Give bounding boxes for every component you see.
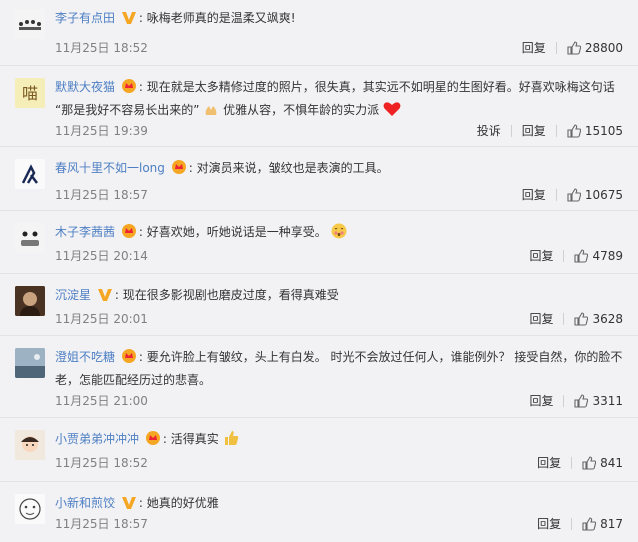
- reply-button[interactable]: 回复: [529, 246, 553, 266]
- heart-icon: [383, 101, 401, 123]
- comment-text: 现在很多影视剧也磨皮过度，看得真难受: [122, 288, 339, 302]
- timestamp: 11月25日 20:14: [55, 249, 148, 263]
- like-count: 3311: [592, 394, 623, 408]
- report-button[interactable]: 投诉: [477, 121, 501, 141]
- svg-text:喵: 喵: [22, 84, 38, 103]
- crown-icon: [171, 159, 187, 181]
- reply-button[interactable]: 回复: [537, 514, 561, 534]
- avatar[interactable]: [15, 159, 45, 189]
- crown-icon: [121, 78, 137, 100]
- thumbs-up-icon: [567, 124, 581, 138]
- comment-text: 要允许脸上有皱纹，头上有白发。 时光不会放过任何人，谁能例外？ 接受自然，你的脸…: [146, 350, 623, 364]
- avatar[interactable]: [15, 494, 45, 524]
- pray-emoji-icon: [203, 101, 219, 123]
- verified-v-icon: [97, 288, 113, 308]
- comment-item: 沉淀星 : 现在很多影视剧也磨皮过度，看得真难受 11月25日 20:01 回复…: [0, 274, 638, 336]
- comment-text-cont: 老，怎能匹配经历过的悲喜。: [55, 373, 212, 387]
- reply-button[interactable]: 回复: [529, 391, 553, 411]
- avatar[interactable]: [15, 348, 45, 378]
- verified-v-icon: [121, 11, 137, 31]
- blush-emoji-icon: [331, 223, 347, 245]
- divider: [563, 250, 565, 262]
- timestamp: 11月25日 19:39: [55, 124, 148, 138]
- comment-item: 春风十里不如一long : 对演员来说，皱纹也是表演的工具。 11月25日 18…: [0, 147, 638, 211]
- divider: [510, 125, 512, 137]
- like-button[interactable]: 3628: [574, 309, 623, 329]
- like-button[interactable]: 3311: [574, 391, 623, 411]
- verified-v-icon: [121, 496, 137, 516]
- divider: [555, 42, 557, 54]
- username[interactable]: 小新和煎饺: [55, 496, 115, 510]
- avatar[interactable]: [15, 223, 45, 253]
- avatar[interactable]: [15, 9, 45, 39]
- like-button[interactable]: 10675: [567, 185, 623, 205]
- like-count: 10675: [584, 188, 623, 202]
- thumbs-up-icon: [574, 249, 589, 263]
- like-count: 3628: [592, 312, 623, 326]
- comment-item: 澄姐不吃糖 : 要允许脸上有皱纹，头上有白发。 时光不会放过任何人，谁能例外？ …: [0, 336, 638, 418]
- divider: [571, 457, 573, 469]
- thumbs-up-icon: [567, 41, 581, 55]
- comment-item: 小新和煎饺 : 她真的好优雅 11月25日 18:57 回复 817: [0, 482, 638, 542]
- comment-quote: “那是我好不容易长出来的”: [55, 103, 200, 117]
- divider: [555, 125, 557, 137]
- comment-text: 现在就是太多精修过度的照片，很失真，其实远不如明星的生图好看。好喜欢咏梅这句话: [146, 80, 615, 94]
- comment-text: 她真的好优雅: [146, 496, 219, 510]
- thumbs-up-icon: [582, 456, 597, 470]
- avatar[interactable]: 喵: [15, 78, 45, 108]
- username[interactable]: 默默大夜猫: [55, 80, 115, 94]
- comment-item: 喵 默默大夜猫 : 现在就是太多精修过度的照片，很失真，其实远不如明星的生图好看…: [0, 66, 638, 147]
- crown-icon: [121, 348, 137, 370]
- comment-text: 活得真实: [170, 432, 219, 446]
- like-count: 4789: [592, 249, 623, 263]
- timestamp: 11月25日 18:52: [55, 41, 148, 55]
- comment-text: 好喜欢她，听她说话是一种享受。: [146, 225, 327, 239]
- comment-text: 对演员来说，皱纹也是表演的工具。: [196, 161, 389, 175]
- timestamp: 11月25日 18:57: [55, 517, 148, 531]
- comment-text-cont: 优雅从容，不惧年龄的实力派: [223, 103, 380, 117]
- username[interactable]: 李子有点田: [55, 11, 115, 25]
- timestamp: 11月25日 21:00: [55, 394, 148, 408]
- username[interactable]: 小贾弟弟冲冲冲: [55, 432, 139, 446]
- like-count: 817: [600, 517, 623, 531]
- divider: [571, 518, 573, 530]
- thumbs-up-icon: [567, 188, 581, 202]
- like-count: 15105: [584, 124, 623, 138]
- username[interactable]: 木子李茜茜: [55, 225, 115, 239]
- comment-list: 李子有点田 : 咏梅老师真的是温柔又飒爽! 11月25日 18:52 回复 28…: [0, 0, 638, 542]
- like-count: 28800: [584, 41, 623, 55]
- thumbs-up-emoji-icon: [223, 430, 239, 452]
- comment-item: 木子李茜茜 : 好喜欢她，听她说话是一种享受。 11月25日 20:14 回复 …: [0, 211, 638, 274]
- crown-icon: [121, 223, 137, 245]
- thumbs-up-icon: [574, 312, 589, 326]
- reply-button[interactable]: 回复: [522, 38, 546, 58]
- divider: [563, 313, 565, 325]
- divider: [563, 395, 565, 407]
- reply-button[interactable]: 回复: [537, 453, 561, 473]
- timestamp: 11月25日 18:57: [55, 188, 148, 202]
- avatar[interactable]: [15, 430, 45, 460]
- timestamp: 11月25日 18:52: [55, 456, 148, 470]
- username[interactable]: 沉淀星: [55, 288, 91, 302]
- thumbs-up-icon: [574, 394, 589, 408]
- divider: [555, 189, 557, 201]
- avatar[interactable]: [15, 286, 45, 316]
- username[interactable]: 澄姐不吃糖: [55, 350, 115, 364]
- like-button[interactable]: 841: [582, 453, 623, 473]
- timestamp: 11月25日 20:01: [55, 312, 148, 326]
- reply-button[interactable]: 回复: [529, 309, 553, 329]
- comment-item: 小贾弟弟冲冲冲 : 活得真实 11月25日 18:52 回复 841: [0, 418, 638, 482]
- like-button[interactable]: 15105: [567, 121, 623, 141]
- crown-icon: [145, 430, 161, 452]
- reply-button[interactable]: 回复: [522, 121, 546, 141]
- reply-button[interactable]: 回复: [522, 185, 546, 205]
- comment-text: 咏梅老师真的是温柔又飒爽!: [146, 11, 296, 25]
- like-button[interactable]: 28800: [567, 38, 623, 58]
- like-count: 841: [600, 456, 623, 470]
- username[interactable]: 春风十里不如一long: [55, 161, 165, 175]
- like-button[interactable]: 4789: [574, 246, 623, 266]
- like-button[interactable]: 817: [582, 514, 623, 534]
- comment-item: 李子有点田 : 咏梅老师真的是温柔又飒爽! 11月25日 18:52 回复 28…: [0, 0, 638, 66]
- thumbs-up-icon: [582, 517, 597, 531]
